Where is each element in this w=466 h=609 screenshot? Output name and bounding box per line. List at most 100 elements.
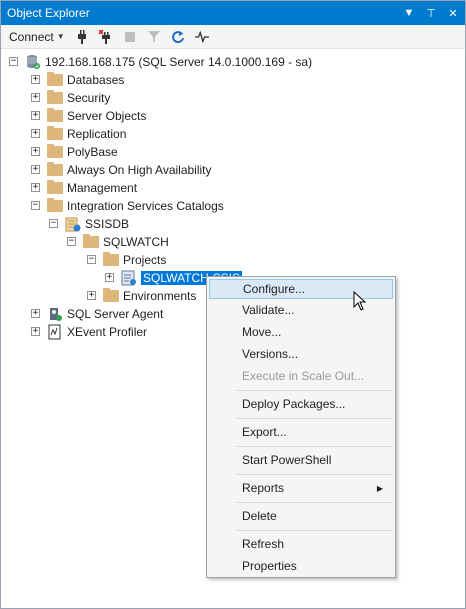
- collapse-icon[interactable]: −: [31, 201, 40, 210]
- tree-label: XEvent Profiler: [67, 325, 148, 339]
- folder-icon: [47, 198, 63, 212]
- tree-label: SQLWATCH: [103, 235, 169, 249]
- menu-item-properties[interactable]: Properties: [209, 556, 393, 576]
- menu-item-export[interactable]: Export...: [209, 422, 393, 442]
- menu-item-powershell[interactable]: Start PowerShell: [209, 450, 393, 470]
- server-icon: [25, 54, 41, 70]
- activity-monitor-icon[interactable]: [194, 29, 209, 45]
- agent-icon: [47, 306, 63, 322]
- filter-icon: [147, 29, 161, 45]
- tree-node-replication[interactable]: + Replication: [31, 125, 126, 143]
- server-label: 192.168.168.175 (SQL Server 14.0.1000.16…: [45, 55, 313, 69]
- menu-item-scale-out: Execute in Scale Out...: [209, 366, 393, 386]
- menu-item-reports[interactable]: Reports ▶: [209, 478, 393, 498]
- folder-icon: [47, 90, 63, 104]
- tree-node-agent[interactable]: + SQL Server Agent: [31, 305, 163, 323]
- title-bar-buttons: ▼ ⊤ ✕: [403, 1, 459, 25]
- window-position-dropdown-icon[interactable]: ▼: [403, 7, 415, 19]
- expand-icon[interactable]: +: [105, 273, 114, 282]
- title-bar: Object Explorer ▼ ⊤ ✕: [1, 1, 465, 25]
- menu-label: Refresh: [242, 537, 285, 551]
- object-explorer-window: Object Explorer ▼ ⊤ ✕ Connect ▼ − 192.16…: [0, 0, 466, 609]
- expand-icon[interactable]: +: [31, 327, 40, 336]
- mouse-cursor-icon: [353, 290, 367, 314]
- folder-icon: [47, 126, 63, 140]
- folder-icon: [47, 144, 63, 158]
- ssis-catalog-icon: [65, 216, 81, 232]
- expand-icon[interactable]: +: [31, 183, 40, 192]
- ssis-project-icon: [121, 270, 137, 286]
- expand-icon[interactable]: +: [31, 93, 40, 102]
- tree-node-ssisdb[interactable]: − SSISDB: [49, 215, 129, 233]
- tree-node-environments[interactable]: + Environments: [87, 287, 196, 305]
- folder-icon: [83, 234, 99, 248]
- collapse-icon[interactable]: −: [9, 57, 18, 66]
- tree-node-polybase[interactable]: + PolyBase: [31, 143, 118, 161]
- expand-icon[interactable]: +: [31, 111, 40, 120]
- menu-separator: [237, 446, 393, 447]
- refresh-icon[interactable]: [171, 29, 185, 45]
- tree-label: PolyBase: [67, 145, 118, 159]
- chevron-down-icon: ▼: [56, 32, 65, 41]
- tree-label: Server Objects: [67, 109, 147, 123]
- menu-label: Configure...: [243, 282, 306, 296]
- menu-label: Reports: [242, 481, 285, 495]
- tree-label: Databases: [67, 73, 125, 87]
- menu-label: Export...: [242, 425, 287, 439]
- folder-icon: [47, 162, 63, 176]
- menu-item-versions[interactable]: Versions...: [209, 344, 393, 364]
- tree-label: Replication: [67, 127, 127, 141]
- tree-label: Security: [67, 91, 111, 105]
- tree-label: SQL Server Agent: [67, 307, 164, 321]
- menu-item-deploy[interactable]: Deploy Packages...: [209, 394, 393, 414]
- tree-node-projects[interactable]: − Projects: [87, 251, 166, 269]
- menu-separator: [237, 418, 393, 419]
- expand-icon[interactable]: +: [87, 291, 96, 300]
- tree-node-management[interactable]: + Management: [31, 179, 137, 197]
- tree-node-xevent[interactable]: + XEvent Profiler: [31, 323, 147, 341]
- menu-label: Execute in Scale Out...: [242, 369, 365, 383]
- expand-icon[interactable]: +: [31, 165, 40, 174]
- collapse-icon[interactable]: −: [67, 237, 76, 246]
- menu-label: Properties: [242, 559, 297, 573]
- menu-label: Move...: [242, 325, 282, 339]
- expand-icon[interactable]: +: [31, 129, 40, 138]
- expand-icon[interactable]: +: [31, 75, 40, 84]
- folder-icon: [103, 288, 119, 302]
- menu-label: Versions...: [242, 347, 299, 361]
- folder-icon: [103, 252, 119, 266]
- auto-hide-pin-icon[interactable]: ⊤: [425, 7, 437, 20]
- toolbar: Connect ▼: [1, 25, 465, 49]
- expand-icon[interactable]: +: [31, 147, 40, 156]
- tree-node-databases[interactable]: + Databases: [31, 71, 124, 89]
- context-menu: Configure... Validate... Move... Version…: [206, 276, 396, 578]
- menu-label: Delete: [242, 509, 277, 523]
- menu-label: Start PowerShell: [242, 453, 332, 467]
- collapse-icon[interactable]: −: [87, 255, 96, 264]
- expand-icon[interactable]: +: [31, 309, 40, 318]
- stop-icon: [123, 29, 137, 45]
- folder-icon: [47, 180, 63, 194]
- tree-node-always-on[interactable]: + Always On High Availability: [31, 161, 212, 179]
- disconnect-icon[interactable]: [98, 29, 113, 45]
- window-title: Object Explorer: [7, 6, 90, 20]
- close-icon[interactable]: ✕: [447, 7, 459, 20]
- tree-node-server-objects[interactable]: + Server Objects: [31, 107, 146, 125]
- menu-separator: [237, 390, 393, 391]
- connect-icon[interactable]: [75, 29, 89, 45]
- tree-node-isc[interactable]: − Integration Services Catalogs: [31, 197, 224, 215]
- connect-button[interactable]: Connect ▼: [9, 30, 65, 44]
- collapse-icon[interactable]: −: [49, 219, 58, 228]
- xevent-profiler-icon: [47, 324, 63, 340]
- tree-node-server[interactable]: − 192.168.168.175 (SQL Server 14.0.1000.…: [9, 53, 312, 71]
- menu-item-move[interactable]: Move...: [209, 322, 393, 342]
- tree-node-security[interactable]: + Security: [31, 89, 110, 107]
- submenu-arrow-icon: ▶: [376, 483, 383, 493]
- tree-node-sqlwatch-folder[interactable]: − SQLWATCH: [67, 233, 169, 251]
- menu-item-delete[interactable]: Delete: [209, 506, 393, 526]
- menu-item-refresh[interactable]: Refresh: [209, 534, 393, 554]
- tree-label: Environments: [123, 289, 197, 303]
- menu-separator: [237, 502, 393, 503]
- tree-label: Always On High Availability: [67, 163, 212, 177]
- tree-label: Management: [67, 181, 138, 195]
